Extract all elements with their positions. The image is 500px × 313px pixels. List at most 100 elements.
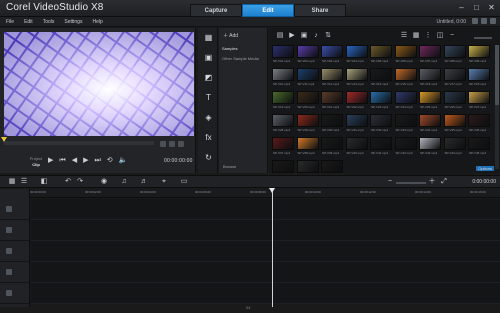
library-thumbnail[interactable] xyxy=(394,137,417,150)
library-thumbnail[interactable] xyxy=(370,45,392,58)
minimize-button[interactable]: – xyxy=(457,3,466,12)
title-icon[interactable]: T xyxy=(204,93,213,102)
library-thumbnail[interactable] xyxy=(468,114,490,127)
library-thumbnail[interactable] xyxy=(345,137,368,150)
split-clip-icon[interactable] xyxy=(178,141,184,147)
menu-tools[interactable]: Tools xyxy=(43,18,55,26)
library-thumbnail[interactable] xyxy=(443,91,466,104)
title-track-header[interactable] xyxy=(0,241,30,262)
instant-project-icon[interactable]: ▣ xyxy=(204,53,213,62)
sound-mixer-icon[interactable]: ♫ xyxy=(120,178,128,186)
import-icon[interactable]: ▤ xyxy=(276,32,284,40)
library-thumbnail[interactable] xyxy=(345,45,368,58)
library-thumbnail[interactable] xyxy=(419,137,441,150)
close-button[interactable]: ✕ xyxy=(487,3,496,12)
mark-out-icon[interactable] xyxy=(169,141,175,147)
redo-icon[interactable]: ↷ xyxy=(76,178,84,186)
library-thumbnail[interactable] xyxy=(321,137,343,150)
play-icon[interactable]: ▶ xyxy=(48,156,53,166)
library-thumbnail[interactable] xyxy=(272,68,294,81)
library-thumbnail[interactable] xyxy=(321,45,343,58)
video-track-lane[interactable] xyxy=(31,199,500,220)
next-icon[interactable]: ▶ xyxy=(83,156,88,166)
library-thumbnail[interactable] xyxy=(345,114,368,127)
timeline-zoom-slider[interactable] xyxy=(396,182,426,184)
auto-music-icon[interactable]: ♬ xyxy=(140,178,148,186)
graphic-icon[interactable]: ◈ xyxy=(204,113,213,122)
library-thumbnail[interactable] xyxy=(370,68,392,81)
mark-in-icon[interactable] xyxy=(160,141,166,147)
scrubber-track[interactable] xyxy=(4,141,154,145)
folder-samples[interactable]: Samples xyxy=(222,46,238,51)
music-track-header[interactable] xyxy=(0,283,30,304)
library-thumbnail[interactable] xyxy=(419,114,441,127)
home-icon[interactable]: ⏮ xyxy=(59,156,65,166)
music-track-lane[interactable] xyxy=(31,283,500,304)
track-manager-icon[interactable]: ◧ xyxy=(40,178,48,186)
timeline-view-icon[interactable]: ☰ xyxy=(20,178,28,186)
record-capture-icon[interactable]: ◉ xyxy=(100,178,108,186)
fit-project-icon[interactable]: ⤢ xyxy=(440,178,448,186)
menu-settings[interactable]: Settings xyxy=(64,18,82,26)
library-thumbnail[interactable] xyxy=(443,45,466,58)
previous-icon[interactable]: ◀ xyxy=(72,156,77,166)
subtitle-editor-icon[interactable]: ▭ xyxy=(180,178,188,186)
library-scroll-thumb[interactable] xyxy=(495,45,499,105)
zoom-out-icon[interactable]: − xyxy=(448,32,456,40)
folder-other-sample-media[interactable]: Other Sample Media xyxy=(222,56,259,61)
sort-icon[interactable]: ⇅ xyxy=(324,32,332,40)
info-icon[interactable] xyxy=(472,18,478,24)
library-thumbnail[interactable] xyxy=(443,114,466,127)
library-thumbnail[interactable] xyxy=(296,114,319,127)
add-folder-button[interactable]: ＋ Add xyxy=(223,32,238,39)
library-scrollbar[interactable] xyxy=(495,45,499,169)
zoom-in-timeline-icon[interactable]: ＋ xyxy=(428,178,436,186)
library-thumbnail[interactable] xyxy=(419,68,441,81)
library-thumbnail[interactable] xyxy=(468,45,490,58)
library-thumbnail[interactable] xyxy=(419,91,441,104)
library-thumbnail[interactable] xyxy=(370,91,392,104)
library-thumbnail[interactable] xyxy=(468,137,490,150)
volume-icon[interactable]: 🔈 xyxy=(119,156,128,166)
library-thumbnail[interactable] xyxy=(296,68,319,81)
tab-share[interactable]: Share xyxy=(294,4,346,17)
library-thumbnail[interactable] xyxy=(272,160,294,173)
library-thumbnail[interactable] xyxy=(394,114,417,127)
library-thumbnail[interactable] xyxy=(272,114,294,127)
menu-help[interactable]: Help xyxy=(92,18,102,26)
overlay-track-lane[interactable] xyxy=(31,220,500,241)
thumbnail-size-slider[interactable] xyxy=(474,37,492,39)
thumbnail-view-icon[interactable]: ▦ xyxy=(412,32,420,40)
maximize-button[interactable]: □ xyxy=(472,3,481,12)
library-thumbnail[interactable] xyxy=(296,91,319,104)
library-thumbnail[interactable] xyxy=(370,137,392,150)
library-thumbnail[interactable] xyxy=(443,68,466,81)
zoom-out-timeline-icon[interactable]: − xyxy=(386,178,394,186)
clip-mode-label[interactable]: Clip xyxy=(28,162,44,168)
library-thumbnail[interactable] xyxy=(419,45,441,58)
preview-window[interactable] xyxy=(4,32,194,136)
library-thumbnail[interactable] xyxy=(321,91,343,104)
settings-icon[interactable] xyxy=(481,18,487,24)
timeline-playhead-handle[interactable] xyxy=(269,188,275,193)
filter-icon[interactable]: fx xyxy=(204,133,213,142)
library-thumbnail[interactable] xyxy=(468,68,490,81)
undo-icon[interactable]: ↶ xyxy=(64,178,72,186)
library-thumbnail[interactable] xyxy=(394,91,417,104)
transition-icon[interactable]: ◩ xyxy=(204,73,213,82)
library-thumbnail[interactable] xyxy=(296,45,319,58)
library-thumbnail[interactable] xyxy=(321,114,343,127)
library-thumbnail[interactable] xyxy=(443,137,466,150)
library-thumbnail[interactable] xyxy=(296,160,319,173)
media-icon[interactable]: ▦ xyxy=(204,33,213,42)
end-icon[interactable]: ⏭ xyxy=(94,156,100,166)
storyboard-view-icon[interactable]: ▦ xyxy=(8,178,16,186)
library-thumbnail[interactable] xyxy=(370,114,392,127)
menu-edit[interactable]: Edit xyxy=(24,18,33,26)
motion-icon[interactable]: ↻ xyxy=(204,153,213,162)
menu-file[interactable]: File xyxy=(6,18,14,26)
list-view-icon[interactable]: ☰ xyxy=(400,32,408,40)
options-button[interactable]: Options xyxy=(476,166,494,171)
title-track-lane[interactable] xyxy=(31,241,500,262)
timeline-playhead-line[interactable] xyxy=(272,189,273,307)
